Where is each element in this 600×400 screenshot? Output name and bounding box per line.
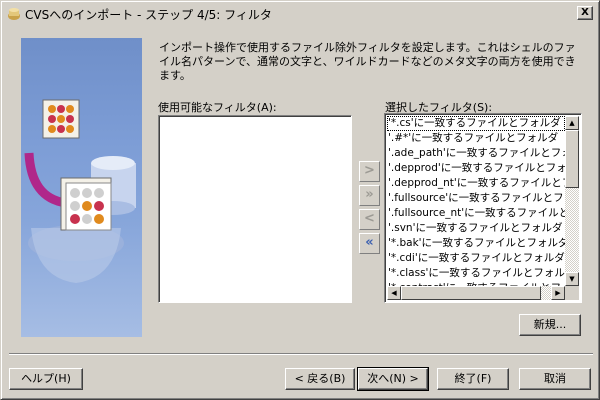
scroll-corner: [565, 286, 579, 300]
horizontal-scrollbar[interactable]: ◀ ▶: [387, 286, 565, 300]
title-bar[interactable]: CVSへのインポート - ステップ 4/5: フィルタ X: [3, 3, 597, 24]
selected-filters-items: '*.cs'に一致するファイルとフォルダ '.#*'に一致するファイルとフォルダ '…: [387, 116, 565, 286]
available-filters-label: 使用可能なフィルタ(A):: [158, 101, 277, 114]
footer-divider: [9, 353, 593, 355]
close-button[interactable]: X: [577, 6, 593, 20]
window-title: CVSへのインポート - ステップ 4/5: フィルタ: [25, 8, 272, 22]
cancel-button[interactable]: 取消: [519, 368, 591, 390]
filter-illustration-icon: [24, 99, 136, 283]
scroll-left-icon[interactable]: ◀: [387, 286, 401, 300]
remove-all-filters-button[interactable]: «: [359, 233, 380, 254]
vertical-scrollbar[interactable]: ▲ ▼: [565, 116, 579, 286]
scroll-down-icon[interactable]: ▼: [565, 272, 579, 286]
new-filter-button[interactable]: 新規...: [519, 314, 581, 336]
wizard-illustration: [21, 38, 142, 337]
selected-filter-item[interactable]: '*.cs'に一致するファイルとフォルダ: [387, 116, 565, 131]
selected-filter-item[interactable]: '.svn'に一致するファイルとフォルダ: [387, 221, 565, 236]
remove-filter-button[interactable]: <: [359, 209, 380, 230]
next-button[interactable]: 次へ(N) >: [357, 367, 429, 391]
vertical-scroll-thumb[interactable]: [565, 130, 579, 188]
scroll-up-icon[interactable]: ▲: [565, 116, 579, 130]
selected-filter-item[interactable]: '*.bak'に一致するファイルとフォルダ: [387, 236, 565, 251]
wizard-dialog: CVSへのインポート - ステップ 4/5: フィルタ X インポート操作で使用…: [0, 0, 600, 400]
add-filter-button[interactable]: >: [359, 161, 380, 182]
app-icon: [8, 8, 20, 20]
selected-filter-item[interactable]: '.ade_path'に一致するファイルとフォルダ: [387, 146, 565, 161]
step-description: インポート操作で使用するファイル除外フィルタを設定します。これはシェルのファイル…: [159, 41, 576, 82]
selected-filter-item[interactable]: '.fullsource_nt'に一致するファイルとフォルダ: [387, 206, 565, 221]
selected-filters-list[interactable]: '*.cs'に一致するファイルとフォルダ '.#*'に一致するファイルとフォルダ '…: [384, 113, 582, 303]
selected-filter-item[interactable]: '.depprod_nt'に一致するファイルとフォルダ: [387, 176, 565, 191]
selected-filter-item[interactable]: '*.cdi'に一致するファイルとフォルダ: [387, 251, 565, 266]
back-button[interactable]: < 戻る(B): [285, 368, 355, 390]
selected-filter-item[interactable]: '.depprod'に一致するファイルとフォルダ: [387, 161, 565, 176]
selected-filter-item[interactable]: '.fullsource'に一致するファイルとフォルダ: [387, 191, 565, 206]
scroll-right-icon[interactable]: ▶: [551, 286, 565, 300]
add-all-filters-button[interactable]: »: [359, 185, 380, 206]
selected-filter-item[interactable]: '*.class'に一致するファイルとフォルダ: [387, 266, 565, 281]
horizontal-scroll-thumb[interactable]: [401, 286, 541, 300]
help-button[interactable]: ヘルプ(H): [9, 368, 83, 390]
available-filters-list[interactable]: [158, 115, 352, 303]
selected-filter-item[interactable]: '.#*'に一致するファイルとフォルダ: [387, 131, 565, 146]
finish-button[interactable]: 終了(F): [437, 368, 509, 390]
